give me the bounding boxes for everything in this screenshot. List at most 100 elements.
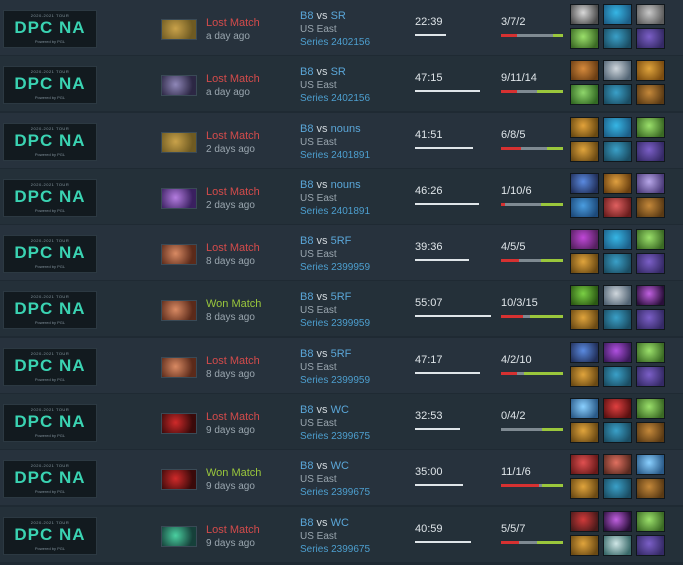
league-logo[interactable]: 2020-2021 TOUR DPC NA Powered by PGL xyxy=(3,66,97,105)
league-logo[interactable]: 2020-2021 TOUR DPC NA Powered by PGL xyxy=(3,122,97,161)
item-slot-icon[interactable] xyxy=(636,309,665,331)
opponent-name[interactable]: 5RF xyxy=(331,235,352,247)
match-result[interactable]: Won Match xyxy=(206,467,261,479)
item-slot-icon[interactable] xyxy=(603,84,632,106)
item-slot-icon[interactable] xyxy=(603,365,632,387)
match-result[interactable]: Lost Match xyxy=(206,242,260,254)
violet-hero-icon[interactable] xyxy=(161,187,197,209)
opponent-name[interactable]: WC xyxy=(331,460,349,472)
match-result[interactable]: Lost Match xyxy=(206,355,260,367)
match-row[interactable]: 2020-2021 TOUR DPC NA Powered by PGL Los… xyxy=(0,337,683,393)
team-name[interactable]: B8 xyxy=(300,460,313,472)
item-slot-icon[interactable] xyxy=(570,454,599,476)
sand-hero-icon[interactable] xyxy=(161,19,197,40)
item-slot-icon[interactable] xyxy=(636,28,665,49)
item-slot-icon[interactable] xyxy=(636,253,665,275)
match-row[interactable]: 2020-2021 TOUR DPC NA Powered by PGL Los… xyxy=(0,56,683,112)
match-row[interactable]: 2020-2021 TOUR DPC NA Powered by PGL Los… xyxy=(0,225,683,281)
item-slot-icon[interactable] xyxy=(570,422,599,444)
opponent-name[interactable]: 5RF xyxy=(331,291,352,303)
item-slot-icon[interactable] xyxy=(570,253,599,275)
teal-hero-icon[interactable] xyxy=(161,525,197,547)
item-slot-icon[interactable] xyxy=(570,510,599,532)
opponent-name[interactable]: WC xyxy=(331,517,349,529)
match-row[interactable]: 2020-2021 TOUR DPC NA Powered by PGL Los… xyxy=(0,112,683,168)
match-row[interactable]: 2020-2021 TOUR DPC NA Powered by PGL Los… xyxy=(0,394,683,450)
item-slot-icon[interactable] xyxy=(603,422,632,444)
league-logo[interactable]: 2020-2021 TOUR DPC NA Powered by PGL xyxy=(3,291,97,330)
item-slot-icon[interactable] xyxy=(603,398,632,420)
item-slot-icon[interactable] xyxy=(636,116,665,138)
opponent-name[interactable]: WC xyxy=(331,404,349,416)
league-logo[interactable]: 2020-2021 TOUR DPC NA Powered by PGL xyxy=(3,460,97,499)
item-slot-icon[interactable] xyxy=(636,84,665,106)
flesh-hero-icon[interactable] xyxy=(161,356,197,378)
item-slot-icon[interactable] xyxy=(570,60,599,82)
series-link[interactable]: Series 2401891 xyxy=(300,149,370,162)
item-slot-icon[interactable] xyxy=(570,309,599,331)
crimson-hero-icon[interactable] xyxy=(161,469,197,491)
item-slot-icon[interactable] xyxy=(636,454,665,476)
item-slot-icon[interactable] xyxy=(603,454,632,476)
opponent-name[interactable]: 5RF xyxy=(331,348,352,360)
item-slot-icon[interactable] xyxy=(603,4,632,25)
league-logo[interactable]: 2020-2021 TOUR DPC NA Powered by PGL xyxy=(3,235,97,274)
item-slot-icon[interactable] xyxy=(570,116,599,138)
item-slot-icon[interactable] xyxy=(636,365,665,387)
series-link[interactable]: Series 2399675 xyxy=(300,543,370,556)
item-slot-icon[interactable] xyxy=(636,4,665,25)
item-slot-icon[interactable] xyxy=(570,140,599,162)
item-slot-icon[interactable] xyxy=(570,28,599,49)
match-result[interactable]: Lost Match xyxy=(206,186,260,198)
item-slot-icon[interactable] xyxy=(603,140,632,162)
item-slot-icon[interactable] xyxy=(570,478,599,500)
match-result[interactable]: Lost Match xyxy=(206,73,260,85)
ghost-hero-icon[interactable] xyxy=(161,75,197,97)
match-row[interactable]: 2020-2021 TOUR DPC NA Powered by PGL Los… xyxy=(0,0,683,55)
item-slot-icon[interactable] xyxy=(570,229,599,251)
series-link[interactable]: Series 2402156 xyxy=(300,36,370,49)
item-slot-icon[interactable] xyxy=(570,84,599,106)
item-slot-icon[interactable] xyxy=(636,285,665,307)
league-logo[interactable]: 2020-2021 TOUR DPC NA Powered by PGL xyxy=(3,347,97,386)
team-name[interactable]: B8 xyxy=(300,179,313,191)
series-link[interactable]: Series 2399959 xyxy=(300,374,370,387)
item-slot-icon[interactable] xyxy=(603,28,632,49)
series-link[interactable]: Series 2399675 xyxy=(300,430,370,443)
flesh-hero-icon[interactable] xyxy=(161,244,197,266)
item-slot-icon[interactable] xyxy=(570,398,599,420)
item-slot-icon[interactable] xyxy=(570,534,599,556)
item-slot-icon[interactable] xyxy=(570,196,599,218)
item-slot-icon[interactable] xyxy=(636,422,665,444)
item-slot-icon[interactable] xyxy=(603,116,632,138)
league-logo[interactable]: 2020-2021 TOUR DPC NA Powered by PGL xyxy=(3,404,97,443)
match-result[interactable]: Won Match xyxy=(206,298,261,310)
series-link[interactable]: Series 2399675 xyxy=(300,486,370,499)
item-slot-icon[interactable] xyxy=(603,341,632,363)
team-name[interactable]: B8 xyxy=(300,348,313,360)
sand-hero-icon[interactable] xyxy=(161,131,197,153)
match-row[interactable]: 2020-2021 TOUR DPC NA Powered by PGL Los… xyxy=(0,168,683,224)
item-slot-icon[interactable] xyxy=(603,510,632,532)
item-slot-icon[interactable] xyxy=(636,140,665,162)
item-slot-icon[interactable] xyxy=(603,253,632,275)
crimson-hero-icon[interactable] xyxy=(161,413,197,435)
item-slot-icon[interactable] xyxy=(603,285,632,307)
item-slot-icon[interactable] xyxy=(603,229,632,251)
item-slot-icon[interactable] xyxy=(636,510,665,532)
item-slot-icon[interactable] xyxy=(570,365,599,387)
league-logo[interactable]: 2020-2021 TOUR DPC NA Powered by PGL xyxy=(3,178,97,217)
team-name[interactable]: B8 xyxy=(300,404,313,416)
item-slot-icon[interactable] xyxy=(603,478,632,500)
item-slot-icon[interactable] xyxy=(570,285,599,307)
series-link[interactable]: Series 2402156 xyxy=(300,92,370,105)
series-link[interactable]: Series 2399959 xyxy=(300,261,370,274)
match-result[interactable]: Lost Match xyxy=(206,411,260,423)
series-link[interactable]: Series 2401891 xyxy=(300,205,370,218)
item-slot-icon[interactable] xyxy=(636,229,665,251)
match-result[interactable]: Lost Match xyxy=(206,524,260,536)
item-slot-icon[interactable] xyxy=(636,478,665,500)
item-slot-icon[interactable] xyxy=(603,60,632,82)
item-slot-icon[interactable] xyxy=(603,534,632,556)
match-row[interactable]: 2020-2021 TOUR DPC NA Powered by PGL Won… xyxy=(0,281,683,337)
